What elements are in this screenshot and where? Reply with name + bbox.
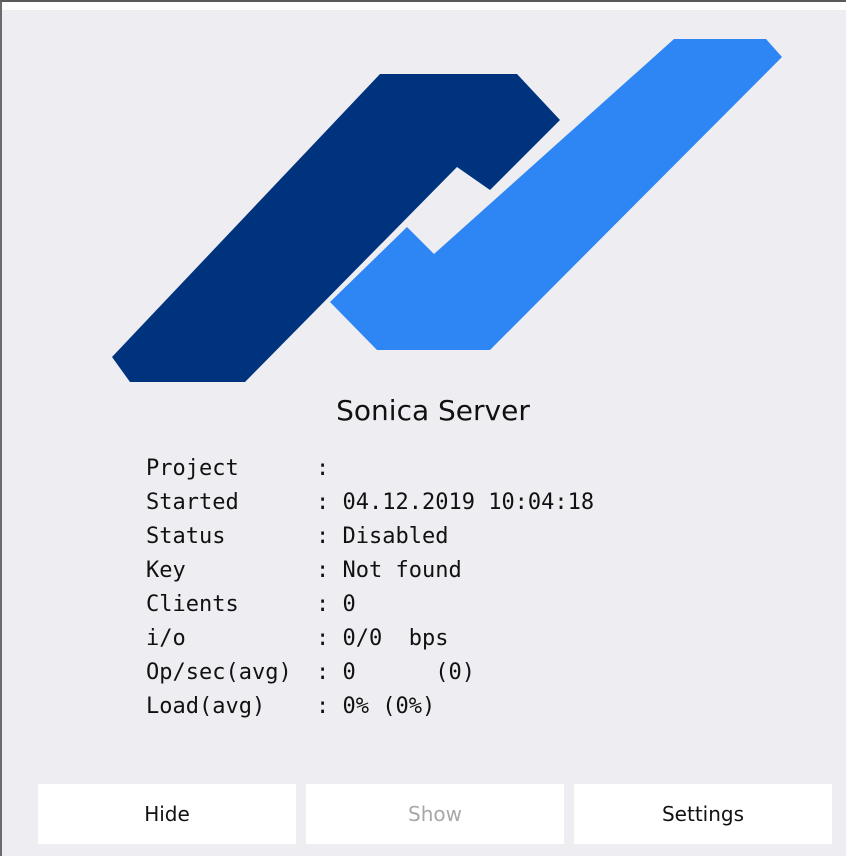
show-button[interactable]: Show: [306, 784, 564, 844]
info-row-key: Key: Not found: [146, 554, 594, 588]
info-value: 0: [342, 592, 356, 617]
info-value: 04.12.2019 10:04:18: [342, 490, 595, 515]
info-row-started: Started: 04.12.2019 10:04:18: [146, 486, 594, 520]
info-row-status: Status: Disabled: [146, 520, 594, 554]
info-row-io: i/o: 0/0 bps: [146, 622, 594, 656]
info-value: 0/0 bps: [342, 626, 449, 651]
info-key: Project: [146, 456, 239, 481]
info-key: Started: [146, 490, 239, 515]
info-key: i/o: [146, 626, 186, 651]
hide-button[interactable]: Hide: [38, 784, 296, 844]
sonica-server-window: Sonica Server Project: Started: 04.12.20…: [0, 0, 848, 856]
info-value: Disabled: [342, 524, 449, 549]
info-row-op-sec: Op/sec(avg): 0 (0): [146, 656, 594, 690]
status-info-panel: Project: Started: 04.12.2019 10:04:18 St…: [146, 452, 594, 724]
sonica-logo-icon: [112, 39, 782, 382]
info-value: 0% (0%): [342, 694, 436, 719]
info-key: Status: [146, 524, 226, 549]
app-title: Sonica Server: [336, 394, 530, 427]
info-value: Not found: [342, 558, 462, 583]
info-row-clients: Clients: 0: [146, 588, 594, 622]
button-bar: Hide Show Settings: [38, 784, 834, 844]
info-key: Clients: [146, 592, 239, 617]
settings-button[interactable]: Settings: [574, 784, 832, 844]
info-value: 0 (0): [342, 660, 475, 685]
info-key: Key: [146, 558, 186, 583]
info-row-project: Project:: [146, 452, 594, 486]
info-key: Load(avg): [146, 694, 266, 719]
info-row-load: Load(avg): 0% (0%): [146, 690, 594, 724]
info-key: Op/sec(avg): [146, 660, 292, 685]
